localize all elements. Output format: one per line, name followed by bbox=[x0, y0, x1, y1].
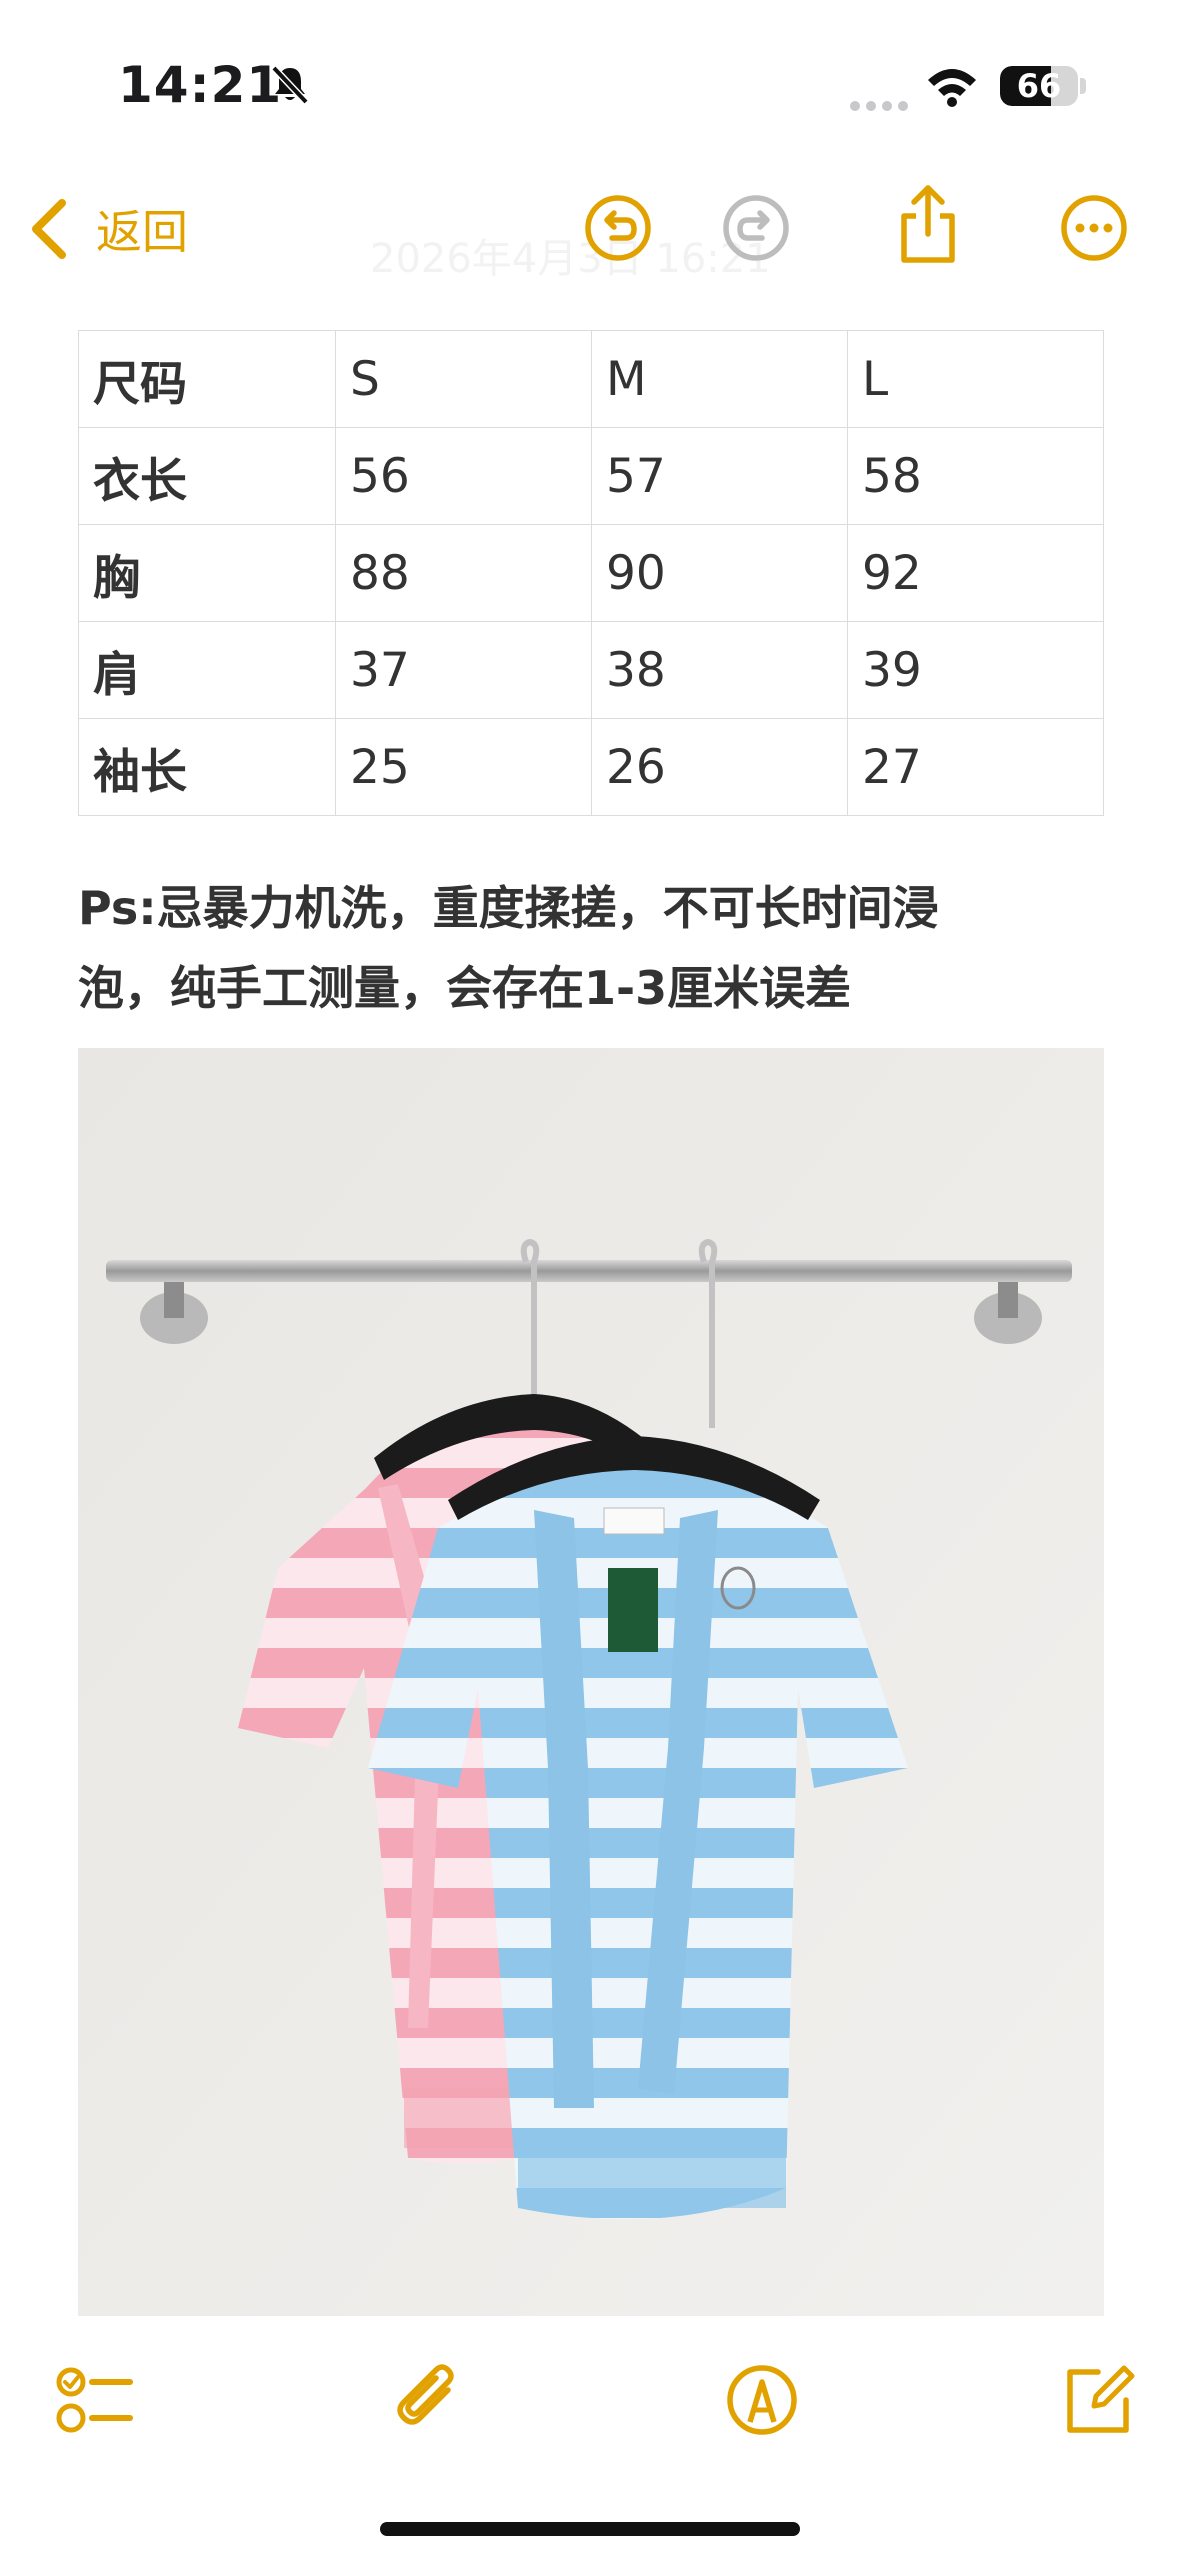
table-row-header: 胸 bbox=[78, 524, 336, 622]
markup-icon[interactable] bbox=[722, 2360, 802, 2440]
undo-icon[interactable] bbox=[582, 192, 654, 264]
table-row: 尺码 S M L bbox=[78, 330, 1104, 428]
size-table: 尺码 S M L 衣长 56 57 58 胸 88 90 92 肩 37 38 39 袖长 25 26 27 bbox=[78, 330, 1104, 816]
table-row-header: 肩 bbox=[78, 621, 336, 719]
nav-bar: 返回 2026年4月3日 16:21 bbox=[0, 170, 1179, 320]
table-cell: 57 bbox=[591, 427, 848, 525]
table-cell: 25 bbox=[335, 718, 592, 816]
back-label: 返回 bbox=[96, 205, 188, 259]
table-cell: 88 bbox=[335, 524, 592, 622]
care-note[interactable]: Ps:忌暴力机洗，重度揉搓，不可长时间浸 泡，纯手工测量，会存在1-3厘米误差 bbox=[78, 868, 1108, 1028]
table-cell: 27 bbox=[847, 718, 1104, 816]
product-photo[interactable] bbox=[78, 1048, 1104, 2316]
striped-knit-tops-image bbox=[78, 1048, 1104, 2316]
table-row-header: 衣长 bbox=[78, 427, 336, 525]
status-time: 14:21 bbox=[118, 56, 283, 114]
status-bar: 14:21 66 bbox=[0, 0, 1179, 170]
table-cell: S bbox=[335, 330, 592, 428]
battery-percent: 66 bbox=[1016, 67, 1062, 105]
table-cell: 56 bbox=[335, 427, 592, 525]
table-cell: 39 bbox=[847, 621, 1104, 719]
table-cell: M bbox=[591, 330, 848, 428]
chevron-left-icon bbox=[32, 199, 66, 259]
share-icon[interactable] bbox=[892, 182, 964, 266]
table-row: 肩 37 38 39 bbox=[78, 621, 1104, 719]
battery-tip bbox=[1080, 78, 1086, 94]
table-row-header: 袖长 bbox=[78, 718, 336, 816]
care-note-line-1: Ps:忌暴力机洗，重度揉搓，不可长时间浸 bbox=[78, 881, 939, 935]
table-cell: 90 bbox=[591, 524, 848, 622]
wifi-icon bbox=[928, 69, 976, 107]
table-cell: 26 bbox=[591, 718, 848, 816]
cellular-signal-icon bbox=[850, 96, 914, 115]
checklist-icon[interactable] bbox=[56, 2360, 136, 2440]
bell-slash-icon bbox=[271, 65, 309, 105]
table-row: 袖长 25 26 27 bbox=[78, 718, 1104, 816]
table-row-header: 尺码 bbox=[78, 330, 336, 428]
table-cell: 58 bbox=[847, 427, 1104, 525]
table-cell: 38 bbox=[591, 621, 848, 719]
table-row: 胸 88 90 92 bbox=[78, 524, 1104, 622]
table-cell: 92 bbox=[847, 524, 1104, 622]
table-cell: L bbox=[847, 330, 1104, 428]
compose-icon[interactable] bbox=[1058, 2360, 1138, 2440]
battery-icon: 66 bbox=[1000, 66, 1078, 106]
table-cell: 37 bbox=[335, 621, 592, 719]
home-indicator[interactable] bbox=[380, 2522, 800, 2536]
back-button[interactable]: 返回 bbox=[26, 196, 188, 262]
note-date: 2026年4月3日 16:21 bbox=[370, 236, 771, 282]
table-row: 衣长 56 57 58 bbox=[78, 427, 1104, 525]
care-note-line-2: 泡，纯手工测量，会存在1-3厘米误差 bbox=[78, 961, 852, 1015]
more-icon[interactable] bbox=[1058, 192, 1130, 264]
attachment-icon[interactable] bbox=[390, 2360, 470, 2440]
redo-icon[interactable] bbox=[720, 192, 792, 264]
